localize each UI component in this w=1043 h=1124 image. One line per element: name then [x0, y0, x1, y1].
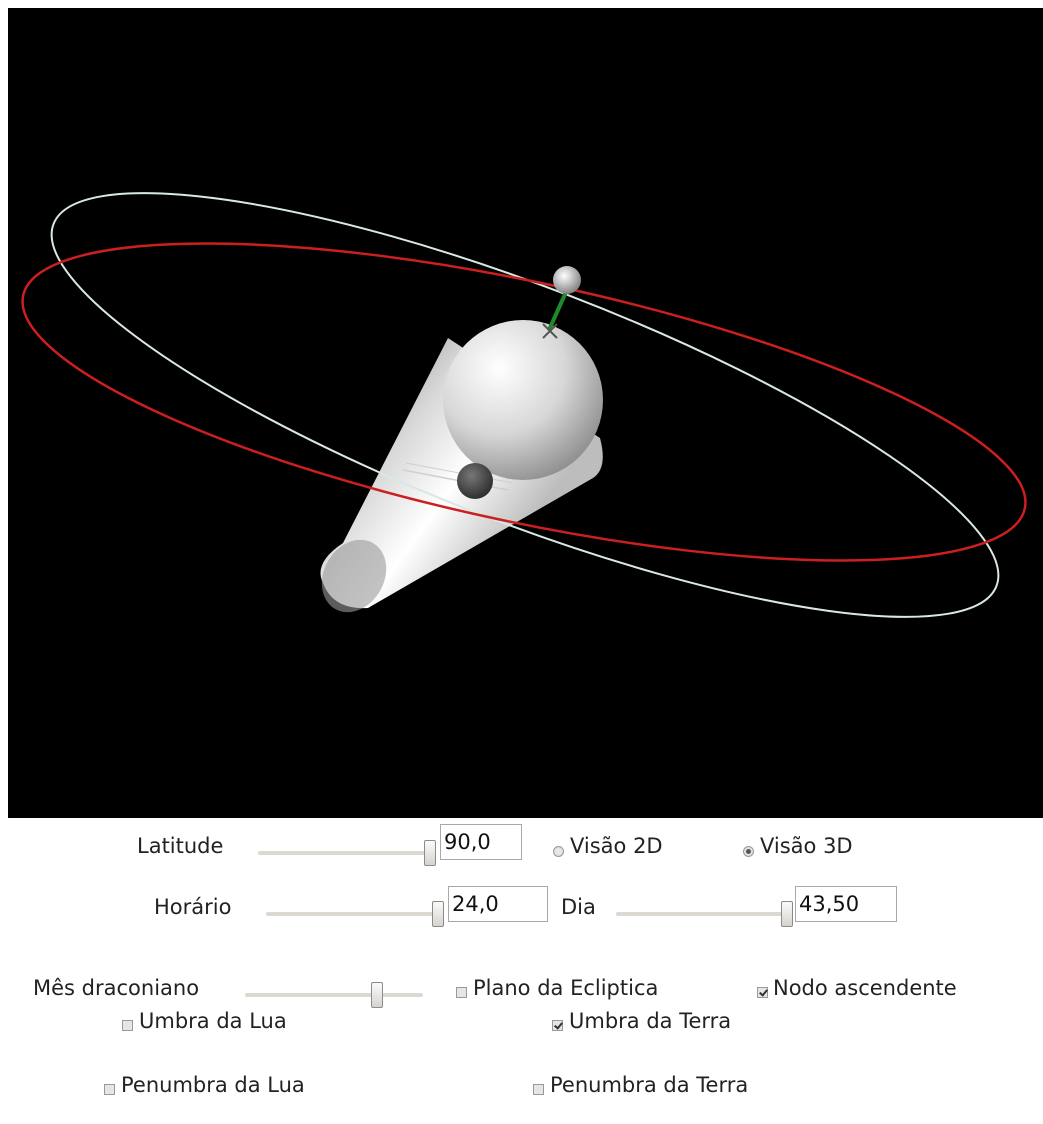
3d-scene-canvas[interactable]: [8, 8, 1043, 818]
draconic-month-slider-thumb[interactable]: [371, 982, 383, 1008]
time-slider[interactable]: [266, 901, 444, 927]
time-input[interactable]: [448, 886, 548, 922]
draconic-month-slider[interactable]: [245, 982, 423, 1008]
moon-penumbra-checkbox[interactable]: [104, 1084, 115, 1095]
view-2d-label: Visão 2D: [570, 834, 663, 858]
ascending-node-label: Nodo ascendente: [773, 976, 957, 1000]
day-input[interactable]: [795, 886, 897, 922]
latitude-slider[interactable]: [258, 840, 436, 866]
day-slider-thumb[interactable]: [781, 901, 793, 927]
view-3d-label: Visão 3D: [760, 834, 853, 858]
time-slider-thumb[interactable]: [432, 901, 444, 927]
time-label: Horário: [154, 895, 232, 919]
moon-umbra-checkbox[interactable]: [122, 1020, 133, 1031]
earth-sphere: [443, 320, 603, 480]
ascending-node-stem: [547, 291, 568, 331]
earth-umbra-label: Umbra da Terra: [569, 1009, 732, 1033]
day-slider[interactable]: [616, 901, 793, 927]
view-3d-radio[interactable]: [743, 846, 754, 857]
scene-svg: [21, 192, 1027, 618]
earth-penumbra-label: Penumbra da Terra: [550, 1073, 749, 1097]
latitude-input[interactable]: [440, 824, 522, 860]
draconic-month-label: Mês draconiano: [33, 976, 200, 1000]
ascending-node-checkbox[interactable]: [757, 987, 768, 998]
ecliptic-plane-label: Plano da Ecliptica: [473, 976, 659, 1000]
moon-penumbra-label: Penumbra da Lua: [121, 1073, 305, 1097]
ecliptic-plane-checkbox[interactable]: [456, 987, 467, 998]
view-2d-radio[interactable]: [553, 846, 564, 857]
latitude-label: Latitude: [137, 834, 224, 858]
day-label: Dia: [561, 895, 596, 919]
earth-umbra-checkbox[interactable]: [552, 1020, 563, 1031]
moon-umbra-label: Umbra da Lua: [139, 1009, 287, 1033]
ascending-node-ball: [553, 266, 581, 294]
moon-sphere: [457, 463, 493, 499]
latitude-slider-thumb[interactable]: [424, 840, 436, 866]
earth-penumbra-checkbox[interactable]: [533, 1084, 544, 1095]
